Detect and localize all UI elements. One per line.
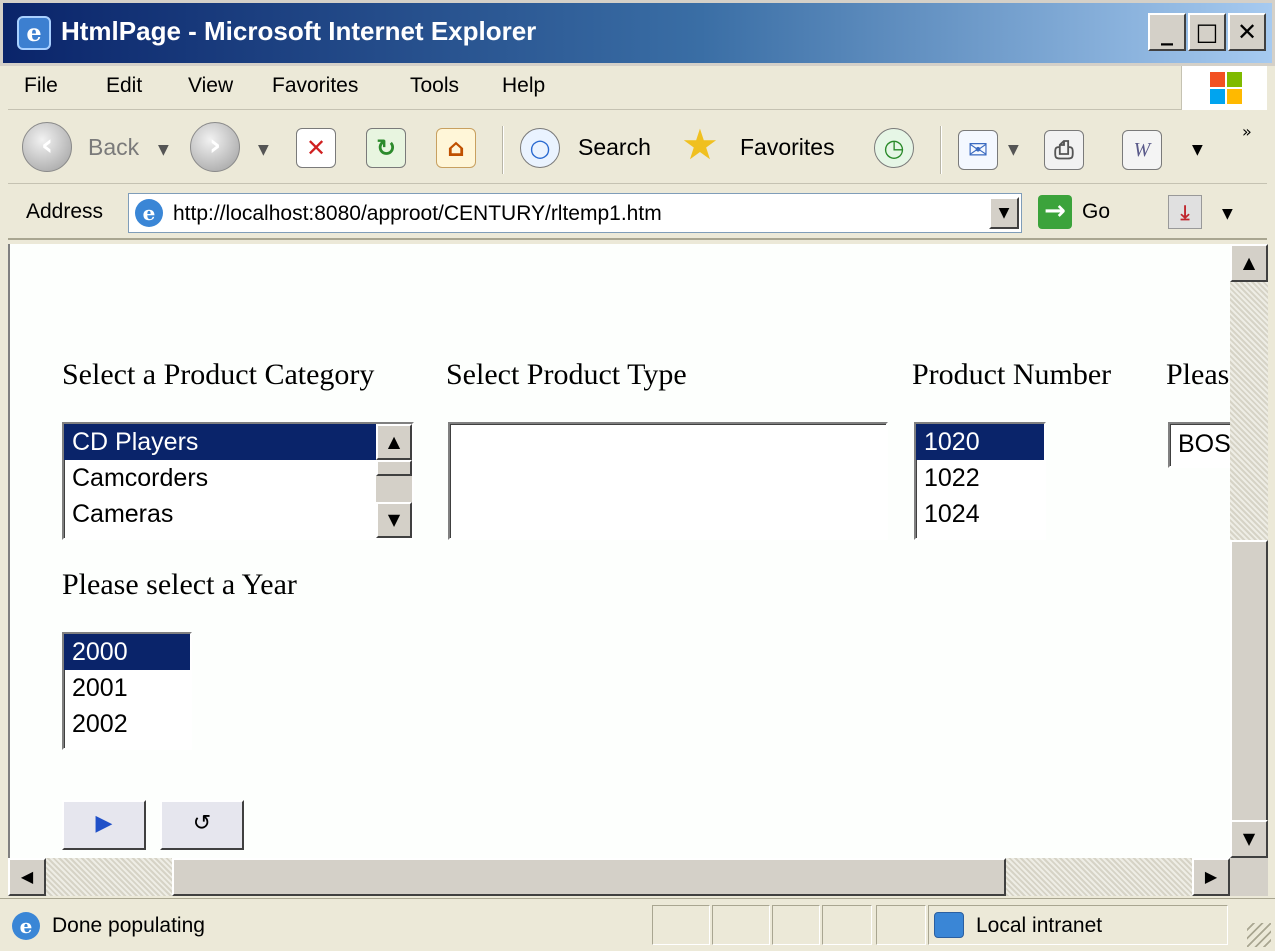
maximize-button[interactable]: □ <box>1188 13 1226 51</box>
refresh-icon[interactable]: ↻ <box>366 128 406 168</box>
menu-help[interactable]: Help <box>502 74 545 98</box>
menu-file[interactable]: File <box>24 74 58 98</box>
menu-tools[interactable]: Tools <box>410 74 459 98</box>
vertical-scroll-thumb[interactable] <box>1230 540 1268 822</box>
print-icon[interactable]: ⎙ <box>1044 130 1084 170</box>
scroll-right-icon[interactable]: ▶ <box>1192 858 1230 896</box>
list-item[interactable]: 2001 <box>64 670 190 706</box>
product-number-label: Product Number <box>912 358 1112 391</box>
pdf-extension-icon[interactable]: ⤓ <box>1168 195 1202 229</box>
status-pane <box>652 905 710 945</box>
windows-logo-icon <box>1181 66 1267 110</box>
home-icon[interactable]: ⌂ <box>436 128 476 168</box>
category-label: Select a Product Category <box>62 358 375 391</box>
address-bar: Address e http://localhost:8080/approot/… <box>8 186 1267 240</box>
standard-toolbar: ‹ Back ▼ › ▼ ✕ ↻ ⌂ ○ Search ★ Favorites … <box>8 112 1267 184</box>
page-content: Select a Product Category Select Product… <box>8 244 1230 858</box>
intranet-zone-icon <box>934 912 964 938</box>
list-item[interactable]: 1022 <box>916 460 1044 496</box>
address-dropdown-icon[interactable]: ▼ <box>989 197 1019 229</box>
menu-edit[interactable]: Edit <box>106 74 142 98</box>
run-button[interactable]: ▶ <box>62 800 146 850</box>
address-label: Address <box>26 200 104 223</box>
list-item[interactable]: CD Players <box>64 424 376 460</box>
go-arrow-icon[interactable]: → <box>1038 195 1072 229</box>
toolbar-separator <box>940 126 942 174</box>
status-pane <box>772 905 820 945</box>
edit-dropdown-icon[interactable]: ▼ <box>1192 142 1203 158</box>
scroll-down-icon[interactable]: ▼ <box>1230 820 1268 858</box>
list-item[interactable]: 1020 <box>916 424 1044 460</box>
horizontal-scroll-thumb[interactable] <box>172 858 1006 896</box>
scroll-up-icon[interactable]: ▲ <box>1230 244 1268 282</box>
scrollbar-corner <box>1230 858 1268 896</box>
back-icon[interactable]: ‹ <box>22 122 72 172</box>
menu-view[interactable]: View <box>188 74 233 98</box>
fourth-field-value[interactable]: BOS <box>1170 424 1230 464</box>
close-button[interactable]: ✕ <box>1228 13 1266 51</box>
forward-icon[interactable]: › <box>190 122 240 172</box>
go-button[interactable]: Go <box>1082 200 1110 224</box>
history-icon[interactable]: ◷ <box>874 128 914 168</box>
year-label: Please select a Year <box>62 568 297 601</box>
status-pane <box>876 905 926 945</box>
status-text: Done populating <box>52 914 205 937</box>
product-type-label: Select Product Type <box>446 358 687 391</box>
list-item[interactable]: 2000 <box>64 634 190 670</box>
page-status-icon: e <box>12 912 40 940</box>
list-item[interactable]: Cameras <box>64 496 376 532</box>
status-bar: e Done populating Local intranet <box>0 898 1275 951</box>
security-zone: Local intranet <box>976 914 1103 937</box>
product-number-listbox[interactable]: 1020 1022 1024 <box>914 422 1046 540</box>
list-item[interactable]: Camcorders <box>64 460 376 496</box>
page-vertical-scrollbar[interactable]: ▲ ▼ <box>1230 244 1268 858</box>
status-pane <box>822 905 872 945</box>
product-type-listbox[interactable] <box>448 422 888 540</box>
scroll-up-icon[interactable]: ▲ <box>376 424 412 460</box>
window-controls: _ □ ✕ <box>1148 13 1266 51</box>
favorites-icon[interactable]: ★ <box>680 124 720 166</box>
page-horizontal-scrollbar[interactable]: ◀ ▶ <box>8 858 1230 896</box>
scroll-left-icon[interactable]: ◀ <box>8 858 46 896</box>
address-url[interactable]: http://localhost:8080/approot/CENTURY/rl… <box>173 202 662 226</box>
toolbar-separator <box>502 126 504 174</box>
list-item[interactable]: 2002 <box>64 706 190 742</box>
toolbar-overflow-icon[interactable]: » <box>1242 122 1252 141</box>
back-dropdown-icon[interactable]: ▼ <box>158 142 169 158</box>
title-bar[interactable]: e HtmlPage - Microsoft Internet Explorer… <box>0 0 1275 66</box>
extension-dropdown-icon[interactable]: ▼ <box>1222 206 1233 222</box>
fourth-field-input[interactable]: BOS <box>1168 422 1230 468</box>
window-title: HtmlPage - Microsoft Internet Explorer <box>61 16 537 46</box>
mail-dropdown-icon[interactable]: ▼ <box>1008 142 1019 158</box>
edit-word-icon[interactable]: W <box>1122 130 1162 170</box>
favorites-label[interactable]: Favorites <box>740 134 835 161</box>
resize-grip-icon[interactable] <box>1247 923 1271 947</box>
category-listbox[interactable]: CD Players Camcorders Cameras ▲ ▼ <box>62 422 414 540</box>
scroll-down-icon[interactable]: ▼ <box>376 502 412 538</box>
minimize-button[interactable]: _ <box>1148 13 1186 51</box>
page-icon: e <box>135 199 163 227</box>
reset-button[interactable]: ↺ <box>160 800 244 850</box>
search-label[interactable]: Search <box>578 134 651 161</box>
menu-bar: File Edit View Favorites Tools Help <box>8 66 1267 110</box>
search-icon[interactable]: ○ <box>520 128 560 168</box>
fourth-field-label: Pleas <box>1166 358 1230 391</box>
list-item[interactable]: 1024 <box>916 496 1044 532</box>
category-scrollbar[interactable]: ▲ ▼ <box>376 424 412 538</box>
scroll-thumb[interactable] <box>376 460 412 476</box>
status-pane <box>712 905 770 945</box>
forward-dropdown-icon[interactable]: ▼ <box>258 142 269 158</box>
stop-icon[interactable]: ✕ <box>296 128 336 168</box>
address-input[interactable]: e http://localhost:8080/approot/CENTURY/… <box>128 193 1022 233</box>
back-label[interactable]: Back <box>88 134 139 161</box>
menu-favorites[interactable]: Favorites <box>272 74 358 98</box>
mail-icon[interactable]: ✉ <box>958 130 998 170</box>
year-listbox[interactable]: 2000 2001 2002 <box>62 632 192 750</box>
ie-icon[interactable]: e <box>17 16 51 50</box>
